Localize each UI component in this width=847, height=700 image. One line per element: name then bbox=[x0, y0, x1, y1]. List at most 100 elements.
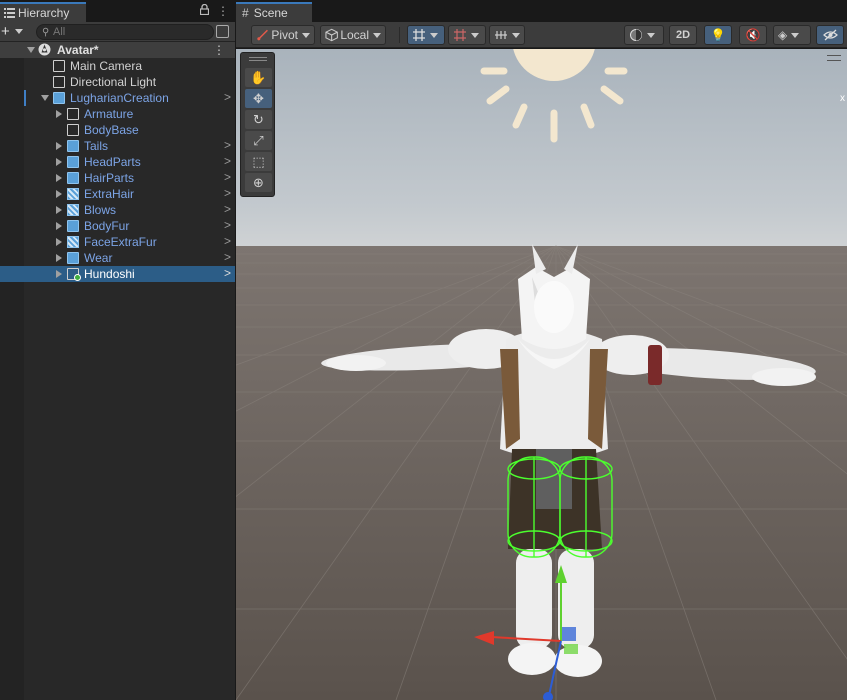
expand-arrow-icon[interactable] bbox=[56, 190, 62, 198]
chevron-down-icon bbox=[512, 32, 520, 38]
scale-tool-button[interactable]: ⤢ bbox=[245, 131, 272, 150]
grid-hash-icon: # bbox=[242, 6, 249, 20]
add-object-button[interactable]: + bbox=[1, 24, 10, 39]
ruler-icon bbox=[495, 31, 507, 39]
tree-item-label: Tails bbox=[84, 139, 109, 153]
chevron-right-icon[interactable]: > bbox=[224, 138, 231, 152]
local-dropdown[interactable]: Local bbox=[320, 25, 386, 45]
expand-arrow-icon[interactable] bbox=[56, 270, 62, 278]
drag-handle[interactable] bbox=[249, 57, 267, 61]
move-tool-button[interactable]: ✥ bbox=[245, 89, 272, 108]
expand-arrow-icon[interactable] bbox=[56, 142, 62, 150]
transform-tool-button[interactable]: ⊕ bbox=[245, 173, 272, 192]
search-input[interactable] bbox=[53, 25, 203, 39]
expand-arrow-icon[interactable] bbox=[27, 47, 35, 53]
tree-row[interactable]: BodyBase bbox=[0, 122, 235, 138]
hierarchy-tab-actions: ⋮ bbox=[200, 4, 229, 18]
tree-row[interactable]: Main Camera bbox=[0, 58, 235, 74]
tree-item-label: Hundoshi bbox=[84, 267, 135, 281]
scene-grid bbox=[236, 49, 847, 700]
chevron-right-icon[interactable]: > bbox=[224, 90, 231, 104]
expand-arrow-icon[interactable] bbox=[56, 238, 62, 246]
chevron-right-icon[interactable]: > bbox=[224, 218, 231, 232]
mode-2d-label: 2D bbox=[675, 29, 691, 41]
chevron-right-icon[interactable]: > bbox=[224, 154, 231, 168]
tree-item-label: HeadParts bbox=[84, 155, 141, 169]
prefab-variant-icon bbox=[67, 236, 79, 248]
chevron-right-icon[interactable]: > bbox=[224, 234, 231, 248]
expand-arrow-icon[interactable] bbox=[56, 110, 62, 118]
hidden-objects-toggle[interactable] bbox=[816, 25, 844, 45]
tree-row[interactable]: Blows > bbox=[0, 202, 235, 218]
expand-arrow-icon[interactable] bbox=[56, 222, 62, 230]
chevron-right-icon[interactable]: > bbox=[224, 202, 231, 216]
rect-icon: ⬚ bbox=[252, 153, 265, 169]
tree-item-label: Directional Light bbox=[70, 75, 157, 89]
gameobject-icon bbox=[67, 108, 79, 120]
effects-dropdown[interactable]: ◈ bbox=[773, 25, 811, 45]
increment-snap-dropdown[interactable] bbox=[489, 25, 525, 45]
tree-row-scene[interactable]: Avatar* ⋮ bbox=[0, 42, 235, 58]
tree-row[interactable]: FaceExtraFur > bbox=[0, 234, 235, 250]
chevron-down-icon bbox=[791, 32, 800, 38]
expand-arrow-icon[interactable] bbox=[56, 158, 62, 166]
expand-arrow-icon[interactable] bbox=[56, 254, 62, 262]
chevron-right-icon[interactable]: > bbox=[224, 186, 231, 200]
rotate-icon: ↻ bbox=[253, 111, 264, 127]
tree-row-selected[interactable]: Hundoshi > bbox=[0, 266, 235, 282]
tree-row[interactable]: ExtraHair > bbox=[0, 186, 235, 202]
hand-icon: ✋ bbox=[250, 69, 267, 85]
rotate-tool-button[interactable]: ↻ bbox=[245, 110, 272, 129]
expand-arrow-icon[interactable] bbox=[56, 174, 62, 182]
tree-row[interactable]: Wear > bbox=[0, 250, 235, 266]
audio-toggle[interactable]: 🔇 bbox=[739, 25, 767, 45]
hierarchy-toolbar: + ⚲ bbox=[0, 22, 235, 42]
pivot-icon bbox=[257, 29, 268, 41]
chevron-down-icon[interactable] bbox=[15, 29, 23, 34]
prefab-icon bbox=[67, 220, 79, 232]
gameobject-icon bbox=[53, 60, 65, 72]
expand-arrow-icon[interactable] bbox=[41, 95, 49, 101]
lock-icon[interactable] bbox=[200, 4, 209, 15]
scene-viewport[interactable]: ✋ ✥ ↻ ⤢ ⬚ ⊕ x bbox=[236, 49, 847, 700]
tree-item-label: FaceExtraFur bbox=[84, 235, 157, 249]
view-tool-button[interactable]: ✋ bbox=[245, 68, 272, 87]
tree-row[interactable]: LugharianCreation > bbox=[0, 90, 235, 106]
tab-hierarchy[interactable]: Hierarchy bbox=[0, 2, 86, 22]
scene-menu-icon[interactable]: ⋮ bbox=[213, 43, 225, 57]
hierarchy-panel: Hierarchy ⋮ + ⚲ Avatar* bbox=[0, 0, 235, 700]
tree-row[interactable]: BodyFur > bbox=[0, 218, 235, 234]
prefab-override-bar bbox=[24, 90, 26, 106]
expand-arrow-icon[interactable] bbox=[56, 206, 62, 214]
chevron-right-icon[interactable]: > bbox=[224, 266, 231, 280]
hierarchy-tab-bar: Hierarchy ⋮ bbox=[0, 0, 235, 22]
scene-name: Avatar* bbox=[57, 43, 99, 57]
shading-mode-dropdown[interactable] bbox=[624, 25, 664, 45]
tree-row[interactable]: HeadParts > bbox=[0, 154, 235, 170]
kebab-menu-icon[interactable]: ⋮ bbox=[217, 4, 229, 18]
tree-row[interactable]: Directional Light bbox=[0, 74, 235, 90]
lighting-toggle[interactable]: 💡 bbox=[704, 25, 732, 45]
chevron-right-icon[interactable]: > bbox=[224, 170, 231, 184]
search-by-type-icon[interactable] bbox=[216, 25, 229, 38]
hierarchy-search[interactable]: ⚲ bbox=[36, 24, 214, 40]
tree-row[interactable]: HairParts > bbox=[0, 170, 235, 186]
overlay-menu-icon[interactable] bbox=[827, 55, 841, 61]
tree-row[interactable]: Tails > bbox=[0, 138, 235, 154]
chevron-right-icon[interactable]: > bbox=[224, 250, 231, 264]
local-space-icon bbox=[325, 28, 338, 42]
pivot-dropdown[interactable]: Pivot bbox=[251, 25, 315, 45]
tree-row[interactable]: Armature bbox=[0, 106, 235, 122]
prefab-variant-icon bbox=[67, 204, 79, 216]
toggle-2d-button[interactable]: 2D bbox=[669, 25, 697, 45]
snap-increment-dropdown[interactable] bbox=[448, 25, 486, 45]
chevron-down-icon bbox=[302, 32, 310, 38]
tab-scene[interactable]: # Scene bbox=[236, 2, 312, 22]
tree-item-label: Wear bbox=[84, 251, 113, 265]
tree-item-label: LugharianCreation bbox=[70, 91, 169, 105]
chevron-down-icon bbox=[647, 32, 655, 38]
rect-tool-button[interactable]: ⬚ bbox=[245, 152, 272, 171]
grid-snap-toggle[interactable] bbox=[407, 25, 445, 45]
prefab-icon bbox=[53, 92, 65, 104]
grid-visibility-icon bbox=[413, 29, 425, 41]
